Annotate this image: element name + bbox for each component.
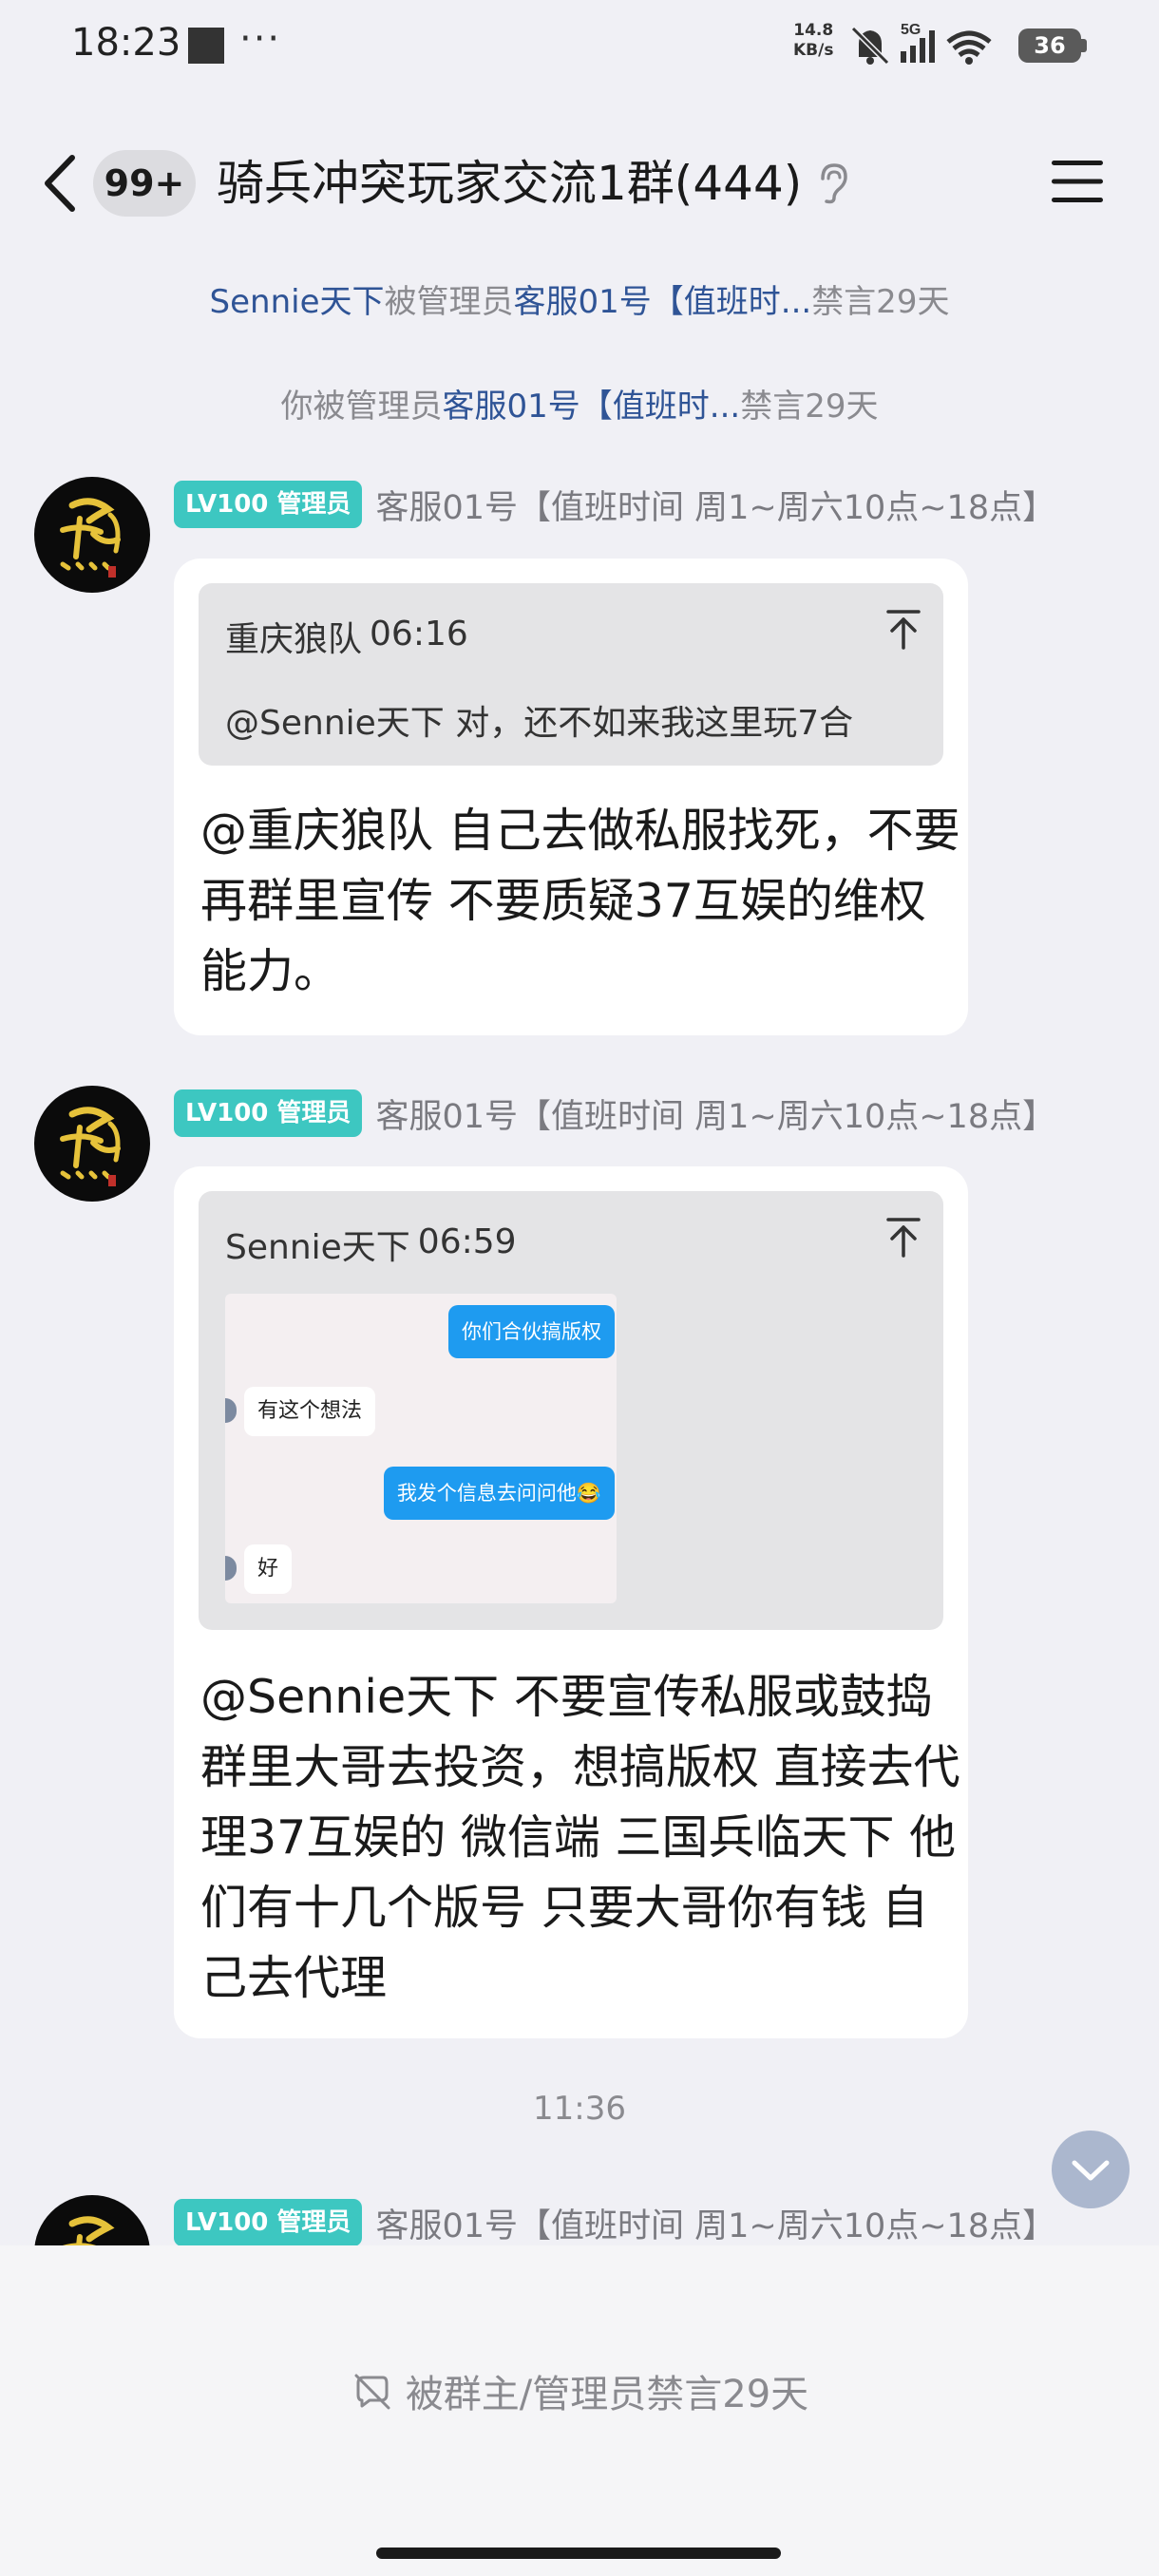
level-badge: LV100 管理员 bbox=[174, 481, 363, 528]
notice-admin-link[interactable]: 客服01号【值班时... bbox=[443, 388, 741, 426]
time-separator: 11:36 bbox=[533, 2090, 626, 2128]
unread-badge[interactable]: 99+ bbox=[93, 150, 196, 217]
avatar[interactable] bbox=[34, 477, 150, 593]
screenshot-chat-bubble: 我发个信息去问问他😂 bbox=[383, 1467, 615, 1520]
notification-app-icon bbox=[188, 28, 224, 64]
sender-name[interactable]: 客服01号【值班时间 周1~周六10点~18点】 bbox=[375, 481, 1055, 529]
quote-author: Sennie天下 bbox=[225, 1228, 410, 1267]
screenshot-avatar bbox=[225, 1398, 237, 1423]
scroll-to-bottom-button[interactable] bbox=[1052, 2131, 1130, 2208]
quoted-message[interactable]: 重庆狼队 06:16 @Sennie天下 对，还不如来我这里玩7合 bbox=[199, 583, 943, 766]
group-title[interactable]: 骑兵冲突玩家交流1群(444) bbox=[217, 152, 802, 215]
message-meta: LV100 管理员 客服01号【值班时间 周1~周六10点~18点】 bbox=[174, 480, 1055, 529]
hamburger-menu-icon[interactable] bbox=[1050, 157, 1105, 206]
message-bubble[interactable]: Sennie天下 06:59 你们合伙搞版权 有这个想法 我发个信息去问问他😂 好… bbox=[174, 1166, 968, 2038]
quoted-message[interactable]: Sennie天下 06:59 你们合伙搞版权 有这个想法 我发个信息去问问他😂 好 bbox=[199, 1191, 943, 1630]
quote-time: 06:16 bbox=[370, 615, 468, 653]
message-text: @重庆狼队 自己去做私服找死，不要再群里宣传 不要质疑37互娱的维权能力。 bbox=[200, 804, 960, 998]
quote-author: 重庆狼队 bbox=[225, 620, 363, 659]
sender-name[interactable]: 客服01号【值班时间 周1~周六10点~18点】 bbox=[375, 2199, 1055, 2247]
level-badge: LV100 管理员 bbox=[174, 2199, 363, 2246]
notice-text: 禁言29天 bbox=[740, 388, 879, 426]
muted-text: 被群主/管理员禁言29天 bbox=[405, 2373, 809, 2416]
message-meta: LV100 管理员 客服01号【值班时间 周1~周六10点~18点】 bbox=[174, 1089, 1055, 1138]
notice-admin-link[interactable]: 客服01号【值班时... bbox=[514, 283, 812, 321]
network-speed-unit: KB/s bbox=[793, 41, 834, 60]
jump-to-top-icon[interactable] bbox=[884, 608, 922, 652]
mute-bell-icon bbox=[850, 26, 890, 66]
notice-text: 禁言29天 bbox=[811, 283, 950, 321]
quote-time: 06:59 bbox=[417, 1222, 517, 1261]
status-time: 18:23 bbox=[71, 21, 181, 65]
ear-icon[interactable] bbox=[815, 161, 849, 205]
screenshot-chat-bubble: 你们合伙搞版权 bbox=[448, 1305, 615, 1358]
quote-header: Sennie天下 06:59 bbox=[225, 1220, 517, 1269]
message-meta: LV100 管理员 客服01号【值班时间 周1~周六10点~18点】 bbox=[174, 2198, 1055, 2247]
screenshot-chat-bubble: 有这个想法 bbox=[244, 1387, 376, 1436]
muted-notice: 被群主/管理员禁言29天 bbox=[0, 2363, 1159, 2418]
status-icons: 5G bbox=[850, 22, 992, 66]
quote-text: @Sennie天下 对，还不如来我这里玩7合 bbox=[225, 704, 854, 743]
calligraphy-logo-icon bbox=[60, 498, 121, 578]
quote-header: 重庆狼队 06:16 bbox=[225, 612, 468, 661]
chevron-down-icon bbox=[1072, 2160, 1110, 2181]
notice-text: 被管理员 bbox=[384, 283, 514, 321]
avatar[interactable] bbox=[34, 1086, 150, 1202]
system-notice: Sennie天下被管理员客服01号【值班时...禁言29天 bbox=[0, 275, 1159, 322]
level-badge: LV100 管理员 bbox=[174, 1089, 363, 1137]
calligraphy-logo-icon bbox=[60, 1107, 121, 1186]
muted-icon bbox=[354, 2374, 390, 2410]
chevron-left-icon[interactable] bbox=[38, 150, 86, 217]
sender-name[interactable]: 客服01号【值班时间 周1~周六10点~18点】 bbox=[375, 1089, 1055, 1138]
quoted-image[interactable]: 你们合伙搞版权 有这个想法 我发个信息去问问他😂 好 bbox=[225, 1294, 617, 1603]
signal-icon: 5G bbox=[901, 22, 935, 63]
notice-text: 你被管理员 bbox=[280, 388, 443, 426]
home-indicator[interactable] bbox=[376, 2548, 781, 2559]
notice-user-link[interactable]: Sennie天下 bbox=[210, 283, 385, 321]
message-bubble[interactable]: 重庆狼队 06:16 @Sennie天下 对，还不如来我这里玩7合 @重庆狼队 自… bbox=[174, 559, 968, 1035]
battery-tip bbox=[1081, 39, 1087, 52]
battery-icon: 36 bbox=[1018, 28, 1081, 63]
screenshot-avatar bbox=[225, 1556, 237, 1581]
wifi-icon bbox=[946, 30, 992, 65]
jump-to-top-icon[interactable] bbox=[884, 1216, 922, 1260]
more-notifications-icon: ··· bbox=[239, 17, 282, 61]
network-speed-value: 14.8 bbox=[793, 21, 834, 40]
network-speed: 14.8 KB/s bbox=[793, 21, 833, 61]
system-notice: 你被管理员客服01号【值班时...禁言29天 bbox=[0, 380, 1159, 426]
message-text: @Sennie天下 不要宣传私服或鼓捣群里大哥去投资，想搞版权 直接去代理37互… bbox=[200, 1670, 960, 2005]
network-type: 5G bbox=[901, 22, 921, 38]
screenshot-chat-bubble: 好 bbox=[244, 1544, 293, 1594]
